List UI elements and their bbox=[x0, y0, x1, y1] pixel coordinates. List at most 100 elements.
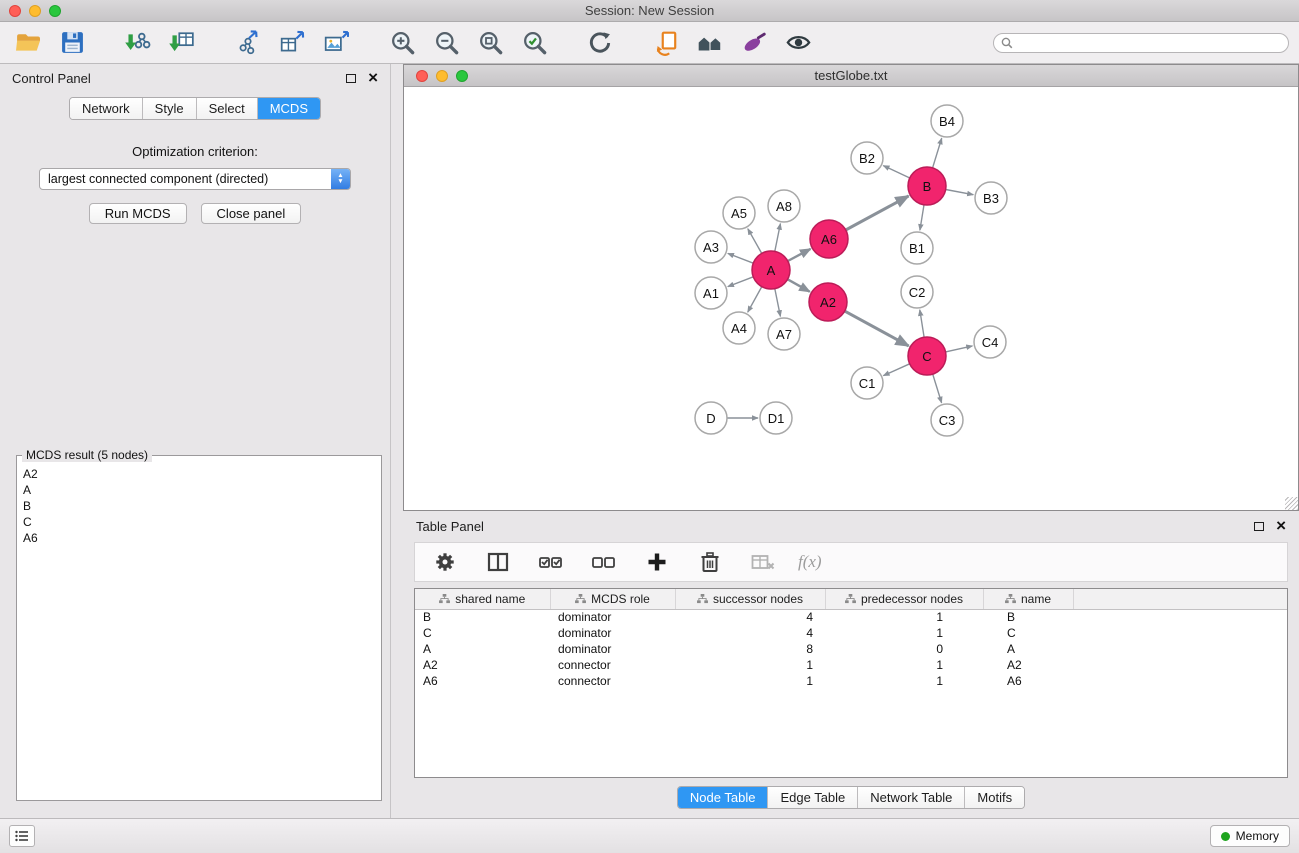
edge-C-C1[interactable] bbox=[883, 364, 909, 376]
delete-column-icon[interactable] bbox=[692, 547, 728, 577]
save-session-icon[interactable] bbox=[54, 28, 90, 58]
search-icon bbox=[1001, 37, 1013, 49]
resize-grip[interactable] bbox=[1285, 497, 1298, 510]
close-panel-button[interactable]: Close panel bbox=[201, 203, 302, 224]
list-icon bbox=[15, 830, 29, 842]
mcds-result-item[interactable]: A bbox=[21, 482, 377, 498]
network-graph[interactable]: B4B2BB3A5A8A6B1A3AC2A1A2A4A7C4CC1C3DD1 bbox=[404, 87, 1298, 510]
column-header-filler bbox=[1073, 589, 1287, 609]
network-zoom-button[interactable] bbox=[456, 70, 468, 82]
columns-icon[interactable] bbox=[480, 547, 516, 577]
tab-motifs[interactable]: Motifs bbox=[965, 787, 1024, 808]
import-table-icon[interactable] bbox=[164, 28, 200, 58]
edge-A2-C[interactable] bbox=[845, 311, 909, 346]
mcds-result-item[interactable]: A2 bbox=[21, 466, 377, 482]
table-panel-title: Table Panel bbox=[416, 519, 484, 534]
open-session-icon[interactable] bbox=[10, 28, 46, 58]
export-network-icon[interactable] bbox=[230, 28, 266, 58]
edge-A6-B[interactable] bbox=[846, 196, 909, 230]
optimization-criterion-select[interactable]: largest connected component (directed) ▲… bbox=[39, 168, 351, 190]
tab-mcds[interactable]: MCDS bbox=[258, 98, 320, 119]
edge-A-A3[interactable] bbox=[728, 253, 754, 263]
edge-A-A7[interactable] bbox=[775, 289, 781, 317]
task-history-button[interactable] bbox=[9, 825, 35, 847]
tab-edge-table[interactable]: Edge Table bbox=[768, 787, 858, 808]
edge-B-B3[interactable] bbox=[946, 190, 974, 195]
tab-style[interactable]: Style bbox=[143, 98, 197, 119]
edge-C-C4[interactable] bbox=[946, 346, 973, 352]
tab-node-table[interactable]: Node Table bbox=[678, 787, 769, 808]
edge-C-C3[interactable] bbox=[933, 374, 942, 403]
edge-C-C2[interactable] bbox=[920, 310, 924, 337]
minimize-window-button[interactable] bbox=[29, 5, 41, 17]
mcds-result-item[interactable]: A6 bbox=[21, 530, 377, 546]
network-window-titlebar[interactable]: testGlobe.txt bbox=[404, 65, 1298, 87]
tab-select[interactable]: Select bbox=[197, 98, 258, 119]
close-table-panel-icon[interactable]: × bbox=[1276, 520, 1286, 532]
float-panel-icon[interactable] bbox=[346, 74, 356, 83]
mcds-result-title: MCDS result (5 nodes) bbox=[22, 448, 152, 462]
node-table-row[interactable]: Adominator80A bbox=[415, 641, 1287, 657]
tab-network-table[interactable]: Network Table bbox=[858, 787, 965, 808]
node-table[interactable]: shared name MCDS role successor nodes pr… bbox=[414, 588, 1288, 778]
memory-button[interactable]: Memory bbox=[1210, 825, 1290, 847]
function-builder-icon[interactable]: f(x) bbox=[798, 552, 822, 572]
control-panel-header: Control Panel × bbox=[0, 64, 390, 92]
refresh-icon[interactable] bbox=[582, 28, 618, 58]
mcds-result-item[interactable]: C bbox=[21, 514, 377, 530]
export-table-icon[interactable] bbox=[274, 28, 310, 58]
eye-icon[interactable] bbox=[780, 28, 816, 58]
close-panel-icon[interactable]: × bbox=[368, 72, 378, 84]
delete-table-icon[interactable] bbox=[745, 547, 781, 577]
mcds-result-box: MCDS result (5 nodes) A2ABCA6 bbox=[16, 455, 382, 801]
node-table-row[interactable]: Cdominator41C bbox=[415, 625, 1287, 641]
column-header-successor-nodes[interactable]: successor nodes bbox=[675, 589, 825, 609]
node-table-row[interactable]: A2connector11A2 bbox=[415, 657, 1287, 673]
network-canvas[interactable]: B4B2BB3A5A8A6B1A3AC2A1A2A4A7C4CC1C3DD1 bbox=[404, 87, 1298, 510]
column-header-name[interactable]: name bbox=[983, 589, 1073, 609]
column-header-mcds-role[interactable]: MCDS role bbox=[550, 589, 675, 609]
network-minimize-button[interactable] bbox=[436, 70, 448, 82]
column-header-shared-name[interactable]: shared name bbox=[415, 589, 550, 609]
gear-icon[interactable] bbox=[427, 547, 463, 577]
import-network-icon[interactable] bbox=[120, 28, 156, 58]
zoom-window-button[interactable] bbox=[49, 5, 61, 17]
mcds-result-item[interactable]: B bbox=[21, 498, 377, 514]
float-table-panel-icon[interactable] bbox=[1254, 522, 1264, 531]
search-input[interactable] bbox=[1018, 36, 1281, 50]
reload-file-icon[interactable] bbox=[648, 28, 684, 58]
brush-icon[interactable] bbox=[736, 28, 772, 58]
node-label-D1: D1 bbox=[768, 411, 785, 426]
select-all-icon[interactable] bbox=[533, 547, 569, 577]
tab-network[interactable]: Network bbox=[70, 98, 143, 119]
node-table-row[interactable]: Bdominator41B bbox=[415, 609, 1287, 625]
edge-B-B4[interactable] bbox=[933, 138, 942, 168]
export-image-icon[interactable] bbox=[318, 28, 354, 58]
houses-icon[interactable] bbox=[692, 28, 728, 58]
network-window: testGlobe.txt B4B2BB3A5A8A6B1A3AC2A1A2A4… bbox=[403, 64, 1299, 511]
edge-A-A1[interactable] bbox=[728, 277, 754, 287]
node-table-row[interactable]: A6connector11A6 bbox=[415, 673, 1287, 689]
main-toolbar bbox=[0, 22, 1299, 64]
add-column-icon[interactable] bbox=[639, 547, 675, 577]
deselect-all-icon[interactable] bbox=[586, 547, 622, 577]
select-stepper-icon[interactable]: ▲▼ bbox=[331, 168, 350, 190]
edge-B-B1[interactable] bbox=[920, 205, 924, 230]
zoom-in-icon[interactable] bbox=[384, 28, 420, 58]
zoom-out-icon[interactable] bbox=[428, 28, 464, 58]
close-window-button[interactable] bbox=[9, 5, 21, 17]
run-mcds-button[interactable]: Run MCDS bbox=[89, 203, 187, 224]
network-close-button[interactable] bbox=[416, 70, 428, 82]
edge-A-A8[interactable] bbox=[775, 224, 781, 252]
zoom-fit-icon[interactable] bbox=[472, 28, 508, 58]
edge-A-A2[interactable] bbox=[788, 279, 810, 291]
search-field[interactable] bbox=[993, 33, 1289, 53]
edge-B-B2[interactable] bbox=[883, 166, 910, 178]
edge-A-A6[interactable] bbox=[788, 249, 811, 261]
node-table-body: Bdominator41BCdominator41CAdominator80AA… bbox=[415, 609, 1287, 689]
zoom-selected-icon[interactable] bbox=[516, 28, 552, 58]
edge-A-A4[interactable] bbox=[748, 287, 762, 313]
column-header-predecessor-nodes[interactable]: predecessor nodes bbox=[825, 589, 983, 609]
node-label-A4: A4 bbox=[731, 321, 747, 336]
edge-A-A5[interactable] bbox=[748, 229, 762, 254]
